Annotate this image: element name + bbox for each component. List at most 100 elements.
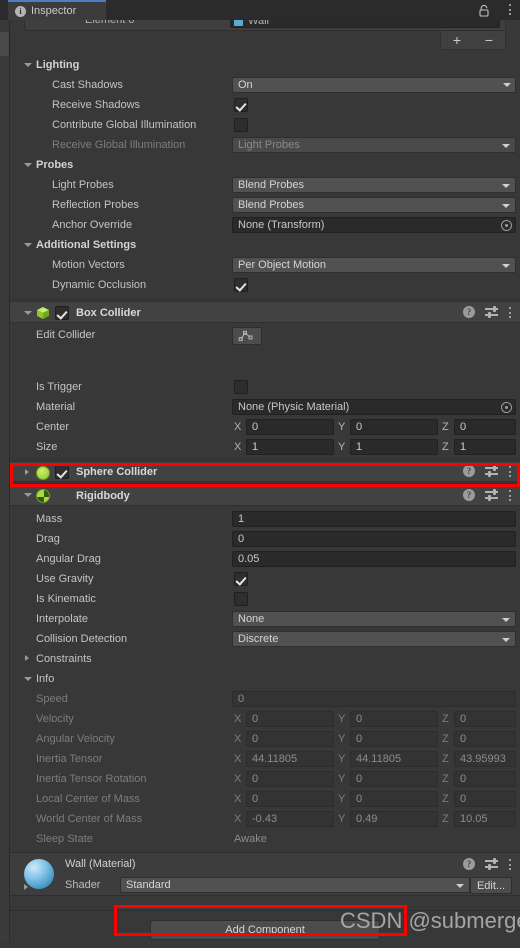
row-collider-center[interactable]: Center X 0 Y 0 Z 0 [10,417,520,437]
sphere-collider-enabled-checkbox[interactable] [55,465,69,479]
section-info-header[interactable]: Info [10,669,520,689]
section-lighting-header[interactable]: Lighting [10,55,520,75]
material-foldout-arrow[interactable] [24,884,28,890]
center-y-field[interactable]: 0 [350,419,438,435]
preset-settings-icon[interactable] [485,306,498,318]
context-menu-icon[interactable] [508,858,512,870]
row-receive-gi: Receive Global Illumination Light Probes [10,135,520,155]
row-collider-size[interactable]: Size X 1 Y 1 Z 1 [10,437,520,457]
array-remove-button[interactable]: − [479,33,499,47]
chevron-down-icon [503,83,511,87]
world-com-x-field: -0.43 [246,811,334,827]
section-probes-header[interactable]: Probes [10,155,520,175]
array-add-button[interactable]: + [447,33,467,47]
row-receive-shadows[interactable]: Receive Shadows [10,95,520,115]
shader-dropdown[interactable]: Standard [120,877,470,893]
object-picker-icon[interactable] [501,220,512,231]
material-preview-block[interactable]: Wall (Material) Shader Standard Edit... … [10,852,520,896]
row-collision-detection[interactable]: Collision Detection Discrete [10,629,520,649]
size-x-field[interactable]: 1 [246,439,334,455]
context-menu-icon[interactable] [508,306,512,318]
collision-detection-dropdown[interactable]: Discrete [232,631,516,647]
row-is-kinematic[interactable]: Is Kinematic [10,589,520,609]
motion-vectors-dropdown[interactable]: Per Object Motion [232,257,516,273]
shader-edit-button[interactable]: Edit... [470,877,512,894]
center-z-field[interactable]: 0 [454,419,516,435]
preset-settings-icon[interactable] [485,858,498,870]
row-edit-collider[interactable]: Edit Collider [10,325,520,345]
axis-y-label: Y [338,813,346,825]
row-label: World Center of Mass [36,813,143,825]
help-icon[interactable]: ? [463,306,475,318]
help-icon[interactable]: ? [463,489,475,501]
shader-label: Shader [65,879,101,891]
size-y-field[interactable]: 1 [350,439,438,455]
component-header-rigidbody[interactable]: Rigidbody ? [10,483,520,506]
window-topbar: i Inspector [0,0,520,20]
row-cast-shadows[interactable]: Cast Shadows On [10,75,520,95]
object-picker-icon[interactable] [501,402,512,413]
angular-velocity-y-field: 0 [350,731,438,747]
context-menu-icon[interactable] [508,489,512,501]
angular-velocity-z-field: 0 [454,731,516,747]
box-collider-title: Box Collider [76,307,141,319]
row-light-probes[interactable]: Light Probes Blend Probes [10,175,520,195]
row-is-trigger[interactable]: Is Trigger [10,377,520,397]
is-kinematic-checkbox[interactable] [234,592,248,606]
info-icon: i [15,5,26,17]
row-angular-drag[interactable]: Angular Drag 0.05 [10,549,520,569]
edit-collider-button[interactable] [232,327,262,345]
axis-z-label: Z [442,441,449,453]
preset-settings-icon[interactable] [485,489,498,501]
axis-y-label: Y [338,441,346,453]
array-element-object-field[interactable]: Wall [230,20,500,28]
row-drag[interactable]: Drag 0 [10,529,520,549]
preset-settings-icon[interactable] [485,465,498,477]
angular-drag-field[interactable]: 0.05 [232,551,516,567]
reflection-probes-dropdown[interactable]: Blend Probes [232,197,516,213]
anchor-override-object-field[interactable]: None (Transform) [232,217,516,233]
box-collider-enabled-checkbox[interactable] [55,306,69,320]
row-mass[interactable]: Mass 1 [10,509,520,529]
tab-inspector[interactable]: i Inspector [8,0,106,20]
component-header-box-collider[interactable]: Box Collider ? [10,301,520,323]
world-com-y-field: 0.49 [350,811,438,827]
section-constraints-header[interactable]: Constraints [10,649,520,669]
lock-icon[interactable] [478,4,490,17]
component-header-sphere-collider[interactable]: Sphere Collider ? [10,461,520,482]
section-additional-settings-header[interactable]: Additional Settings [10,235,520,255]
row-use-gravity[interactable]: Use Gravity [10,569,520,589]
contribute-gi-checkbox[interactable] [234,118,248,132]
axis-z-label: Z [442,773,449,785]
receive-shadows-checkbox[interactable] [234,98,248,112]
row-physic-material[interactable]: Material None (Physic Material) [10,397,520,417]
row-label: Collision Detection [36,633,128,645]
row-contribute-gi[interactable]: Contribute Global Illumination [10,115,520,135]
dynamic-occlusion-checkbox[interactable] [234,278,248,292]
is-trigger-checkbox[interactable] [234,380,248,394]
angular-velocity-x-field: 0 [246,731,334,747]
light-probes-dropdown[interactable]: Blend Probes [232,177,516,193]
row-label: Velocity [36,713,74,725]
size-z-field[interactable]: 1 [454,439,516,455]
inertia-rotation-y-field: 0 [350,771,438,787]
window-menu-icon[interactable] [508,4,512,17]
row-reflection-probes[interactable]: Reflection Probes Blend Probes [10,195,520,215]
row-motion-vectors[interactable]: Motion Vectors Per Object Motion [10,255,520,275]
physic-material-object-field[interactable]: None (Physic Material) [232,399,516,415]
help-icon[interactable]: ? [463,465,475,477]
axis-y-label: Y [338,733,346,745]
drag-field[interactable]: 0 [232,531,516,547]
row-anchor-override[interactable]: Anchor Override None (Transform) [10,215,520,235]
context-menu-icon[interactable] [508,465,512,477]
row-dynamic-occlusion[interactable]: Dynamic Occlusion [10,275,520,295]
array-element-row[interactable]: Element 0 Wall [24,20,506,31]
row-interpolate[interactable]: Interpolate None [10,609,520,629]
help-icon[interactable]: ? [463,858,475,870]
row-label: Drag [36,533,60,545]
use-gravity-checkbox[interactable] [234,572,248,586]
inertia-rotation-x-field: 0 [246,771,334,787]
mass-field[interactable]: 1 [232,511,516,527]
interpolate-dropdown[interactable]: None [232,611,516,627]
center-x-field[interactable]: 0 [246,419,334,435]
